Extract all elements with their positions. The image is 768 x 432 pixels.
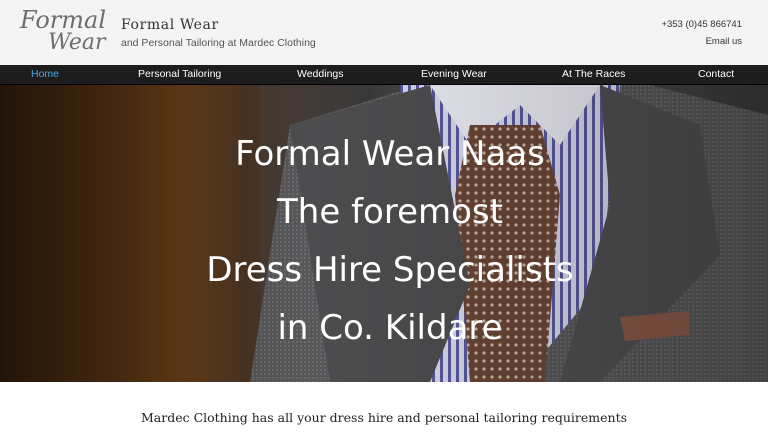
formal-wear-logo[interactable]: Formal Wear	[18, 6, 106, 58]
email-us-link[interactable]: Email us	[706, 36, 742, 47]
nav-item-personal-tailoring[interactable]: Personal Tailoring	[138, 68, 221, 80]
site-tagline: and Personal Tailoring at Mardec Clothin…	[121, 37, 316, 49]
nav-item-evening-wear[interactable]: Evening Wear	[421, 68, 487, 80]
site-header: Formal Wear Formal Wear and Personal Tai…	[0, 0, 768, 65]
phone-number: +353 (0)45 866741	[661, 19, 742, 30]
nav-item-contact[interactable]: Contact	[698, 68, 734, 80]
logo-text-wear: Wear	[48, 30, 106, 55]
hero-line: The foremost	[277, 192, 503, 232]
hero-banner: Formal Wear Naas The foremost Dress Hire…	[0, 85, 768, 382]
site-title: Formal Wear	[121, 17, 219, 33]
nav-item-home[interactable]: Home	[31, 68, 59, 80]
hero-line: Dress Hire Specialists	[206, 250, 574, 290]
hero-line: in Co. Kildare	[277, 308, 503, 348]
nav-item-weddings[interactable]: Weddings	[297, 68, 344, 80]
intro-text: Mardec Clothing has all your dress hire …	[140, 410, 628, 425]
hero-heading: Formal Wear Naas The foremost Dress Hire…	[160, 125, 620, 357]
hero-line: Formal Wear Naas	[235, 134, 545, 174]
main-navigation: Home Personal Tailoring Weddings Evening…	[0, 65, 768, 85]
nav-item-at-the-races[interactable]: At The Races	[562, 68, 625, 80]
